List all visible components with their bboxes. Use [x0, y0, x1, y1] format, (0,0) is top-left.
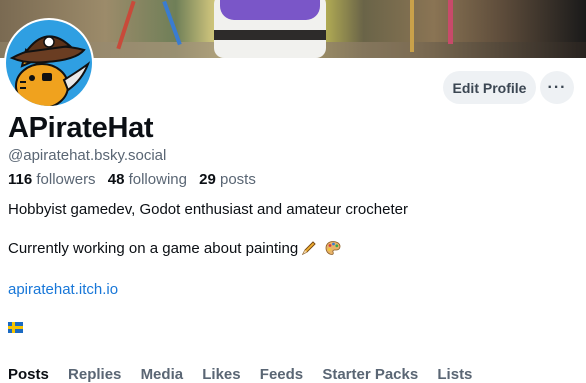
sweden-flag-icon	[8, 322, 23, 333]
bio-text: Currently working on a game about painti…	[8, 240, 299, 257]
avatar-image	[6, 20, 92, 106]
palette-icon	[325, 241, 341, 255]
following-count: 48	[107, 171, 125, 188]
profile-tabs: Posts Replies Media Likes Feeds Starter …	[8, 366, 487, 383]
display-name: APirateHat	[8, 112, 154, 144]
more-options-button[interactable]: ···	[540, 71, 574, 104]
tab-lists[interactable]: Lists	[437, 366, 472, 383]
followers-label: followers	[36, 171, 96, 188]
posts-count: 29	[199, 171, 216, 188]
followers-link[interactable]: 116 followers	[8, 171, 96, 188]
profile-stats: 116 followers 48 following 29 posts	[8, 171, 256, 188]
tab-feeds[interactable]: Feeds	[260, 366, 303, 383]
tab-replies[interactable]: Replies	[68, 366, 121, 383]
edit-profile-button[interactable]: Edit Profile	[443, 71, 536, 104]
bio-line: Hobbyist gamedev, Godot enthusiast and a…	[8, 201, 408, 218]
bio-line: Currently working on a game about painti…	[8, 240, 341, 257]
banner-paint-can-band	[214, 30, 326, 40]
followers-count: 116	[8, 171, 33, 188]
banner-brush	[448, 0, 453, 44]
banner-brush	[162, 0, 182, 46]
tab-starter-packs[interactable]: Starter Packs	[322, 366, 418, 383]
tab-posts[interactable]: Posts	[8, 366, 49, 383]
ellipsis-icon: ···	[547, 78, 567, 96]
posts-stat: 29 posts	[199, 171, 256, 188]
following-link[interactable]: 48 following	[108, 171, 187, 188]
banner-brush	[410, 0, 414, 52]
tab-media[interactable]: Media	[141, 366, 184, 383]
posts-label: posts	[220, 171, 256, 188]
avatar[interactable]	[4, 18, 94, 108]
tab-likes[interactable]: Likes	[202, 366, 240, 383]
banner-paint	[220, 0, 320, 20]
profile-handle: @apiratehat.bsky.social	[8, 147, 167, 164]
profile-link[interactable]: apiratehat.itch.io	[8, 281, 118, 298]
pencil-icon	[302, 241, 316, 256]
pirate-cat-avatar-icon	[9, 35, 91, 106]
following-label: following	[128, 171, 187, 188]
